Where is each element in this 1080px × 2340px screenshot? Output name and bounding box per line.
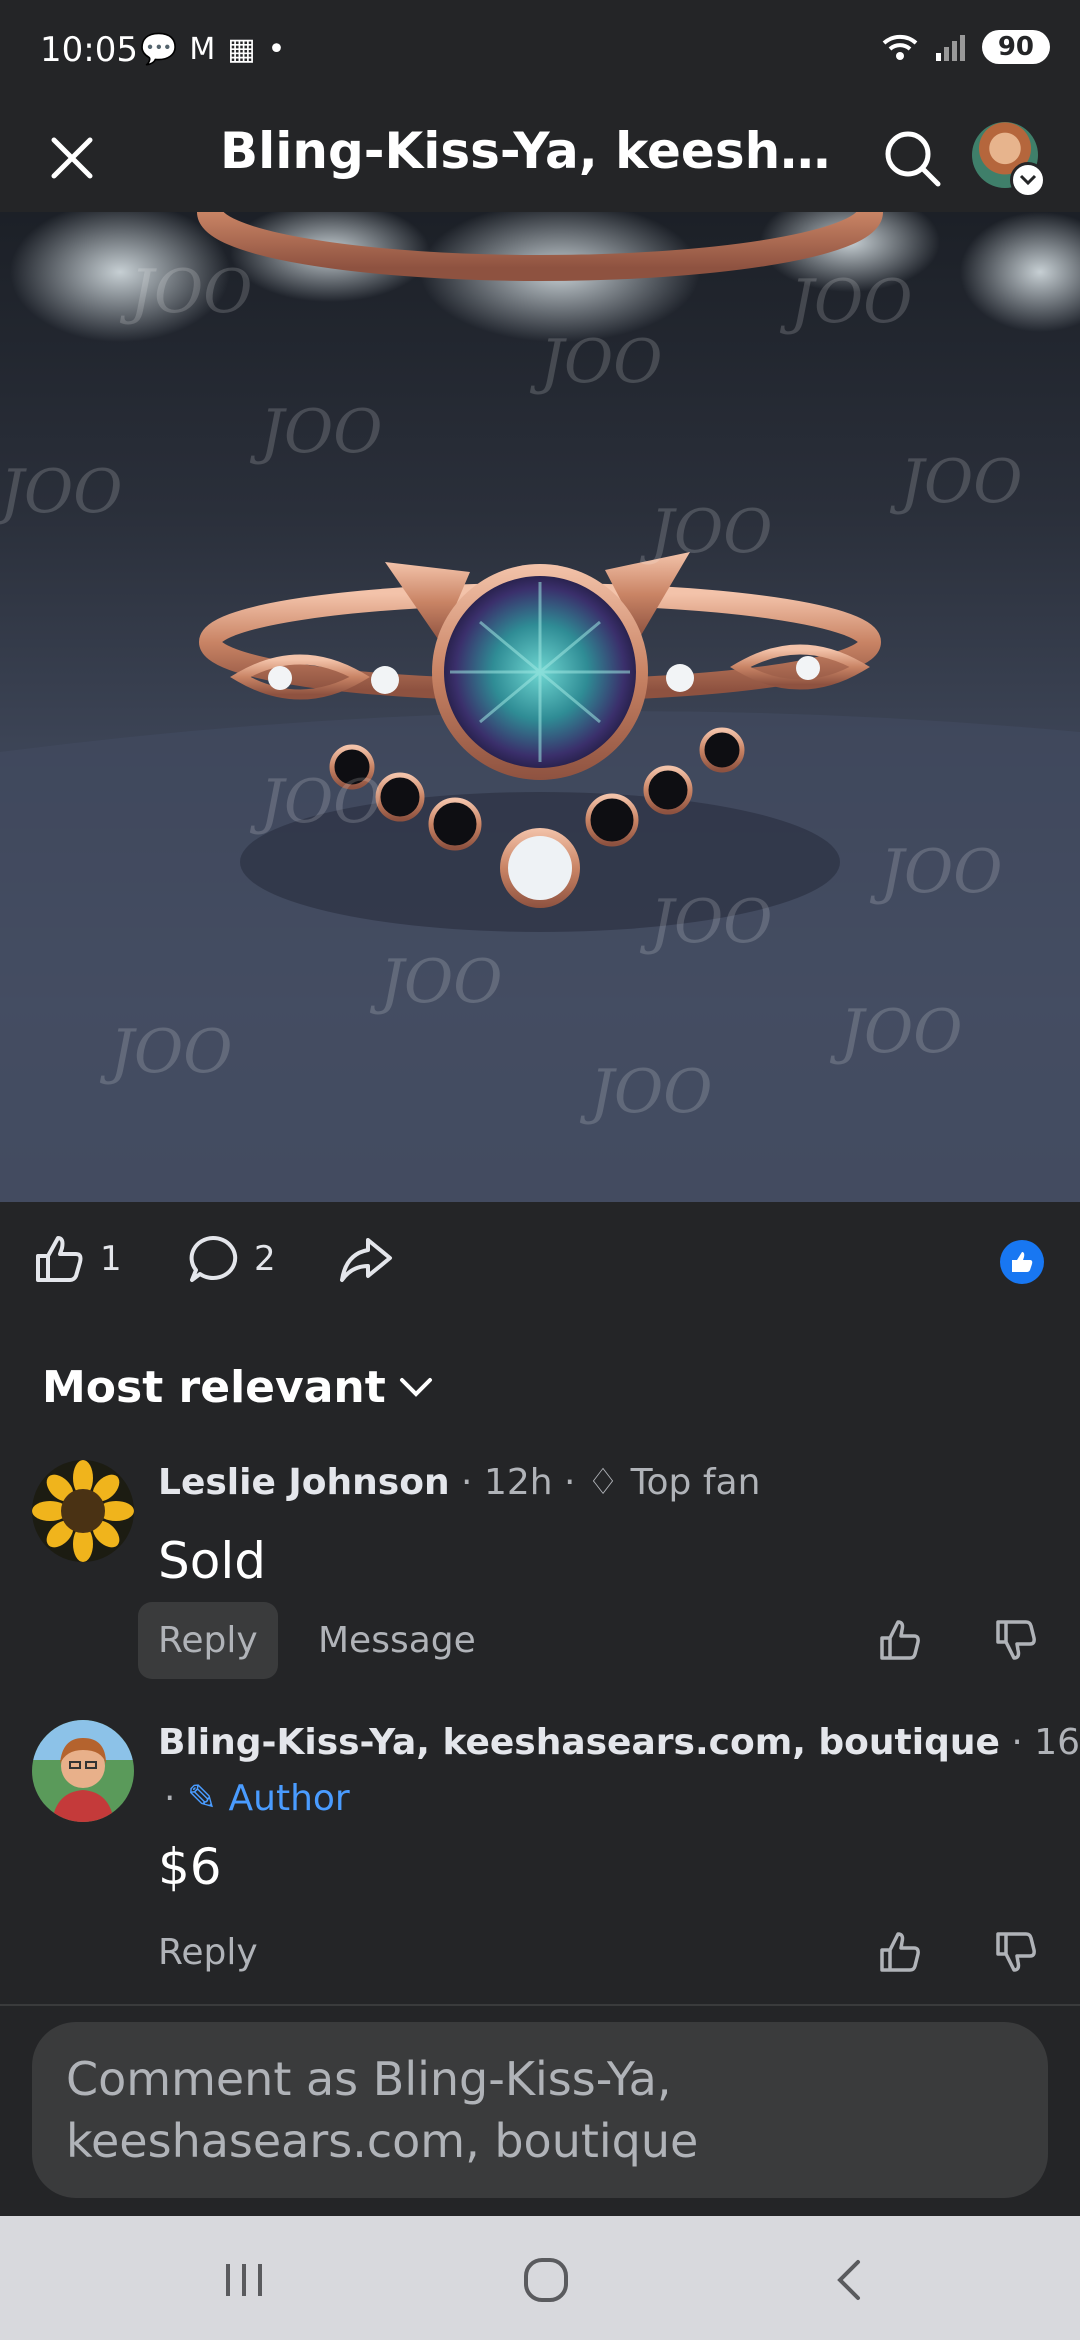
status-bar: 10:05 💬 M ▦ • 90 <box>0 0 1080 104</box>
app-icon: ▦ <box>227 32 256 67</box>
ring-photo: JOO JOO JOO JOO JOO JOO JOO JOO JOO JOO … <box>0 212 1080 1202</box>
composer-placeholder-line1: Comment as Bling-Kiss-Ya, <box>66 2052 672 2106</box>
svg-text:JOO: JOO <box>639 887 772 957</box>
comment-input[interactable]: Comment as Bling-Kiss-Ya, keeshasears.co… <box>32 2022 1048 2198</box>
back-icon[interactable] <box>822 2252 878 2308</box>
comment-item: Leslie Johnson · 12h · ♢ Top fan Sold Re… <box>0 1456 1080 1696</box>
svg-text:JOO: JOO <box>99 1017 232 1087</box>
signal-icon <box>935 35 965 61</box>
separator: · <box>164 1778 187 1819</box>
comment-composer: Comment as Bling-Kiss-Ya, keeshasears.co… <box>0 2006 1080 2216</box>
share-button[interactable] <box>338 1232 394 1286</box>
comment-meta: Bling-Kiss-Ya, keeshasears.com, boutique… <box>158 1722 1080 1763</box>
comment-text: Sold <box>158 1532 266 1590</box>
dot-icon: • <box>267 32 286 67</box>
svg-text:JOO: JOO <box>249 767 382 837</box>
thumbs-up-icon[interactable] <box>876 1616 924 1664</box>
diamond-icon: ♢ <box>586 1462 620 1503</box>
reply-button[interactable]: Reply <box>138 1914 278 1991</box>
svg-text:JOO: JOO <box>249 397 382 467</box>
top-fan-badge: Top fan <box>630 1462 761 1503</box>
share-icon <box>340 1238 392 1282</box>
commenter-name[interactable]: Bling-Kiss-Ya, keeshasears.com, boutique <box>158 1722 1000 1763</box>
search-icon[interactable] <box>878 124 946 192</box>
mail-icon: M <box>189 32 216 67</box>
sort-dropdown[interactable]: Most relevant <box>42 1362 434 1413</box>
thumbs-down-icon[interactable] <box>992 1928 1040 1976</box>
battery-indicator: 90 <box>981 30 1050 64</box>
comment-icon <box>189 1235 238 1282</box>
composer-placeholder-line2: keeshasears.com, boutique <box>66 2114 699 2168</box>
home-icon[interactable] <box>518 2252 574 2308</box>
message-button[interactable]: Message <box>318 1620 476 1661</box>
notification-icons: 💬 M ▦ • <box>140 32 285 67</box>
separator: · <box>564 1462 587 1503</box>
recent-apps-icon[interactable] <box>216 2252 272 2308</box>
wifi-icon <box>882 34 918 60</box>
svg-text:JOO: JOO <box>889 447 1022 517</box>
like-count: 1 <box>100 1239 122 1279</box>
svg-text:JOO: JOO <box>579 1057 712 1127</box>
svg-text:JOO: JOO <box>529 327 662 397</box>
close-icon[interactable] <box>40 126 104 190</box>
svg-text:JOO: JOO <box>869 837 1002 907</box>
svg-text:JOO: JOO <box>829 997 962 1067</box>
commenter-name[interactable]: Leslie Johnson <box>158 1462 450 1503</box>
avatar[interactable] <box>32 1720 134 1822</box>
sort-label: Most relevant <box>42 1362 386 1413</box>
comment-time: 16h <box>1034 1722 1080 1763</box>
svg-text:JOO: JOO <box>369 947 502 1017</box>
svg-text:JOO: JOO <box>639 497 772 567</box>
chevron-down-icon <box>399 1377 432 1397</box>
status-time: 10:05 <box>40 30 138 70</box>
comment-meta: Leslie Johnson · 12h · ♢ Top fan <box>158 1462 760 1503</box>
action-row: 1 2 <box>0 1202 1080 1322</box>
page-title: Bling-Kiss-Ya, keeshase... <box>220 122 850 180</box>
comment-item: Bling-Kiss-Ya, keeshasears.com, boutique… <box>0 1720 1080 2000</box>
separator: · <box>461 1462 484 1503</box>
author-badge: Author <box>228 1778 350 1819</box>
chevron-down-icon[interactable] <box>1010 162 1046 198</box>
svg-text:JOO: JOO <box>0 457 122 527</box>
avatar[interactable] <box>32 1460 134 1562</box>
comment-count: 2 <box>254 1239 276 1279</box>
post-header: Bling-Kiss-Ya, keeshase... <box>0 104 1080 212</box>
author-avatar <box>32 1720 134 1822</box>
system-nav-bar <box>0 2216 1080 2340</box>
reply-button[interactable]: Reply <box>138 1602 278 1679</box>
svg-text:JOO: JOO <box>119 257 252 327</box>
thumbs-down-icon[interactable] <box>992 1616 1040 1664</box>
comment-button[interactable]: 2 <box>186 1232 276 1286</box>
post-photo[interactable]: JOO JOO JOO JOO JOO JOO JOO JOO JOO JOO … <box>0 212 1080 1202</box>
chat-icon: 💬 <box>140 32 178 67</box>
author-row: · ✎ Author <box>164 1778 350 1819</box>
svg-text:JOO: JOO <box>779 267 912 337</box>
thumbs-up-icon <box>36 1236 83 1282</box>
separator: · <box>1011 1722 1035 1763</box>
like-reaction-icon[interactable] <box>1000 1240 1044 1284</box>
comment-time: 12h <box>483 1462 553 1503</box>
thumbs-up-icon[interactable] <box>876 1928 924 1976</box>
comment-text: $6 <box>158 1838 222 1896</box>
like-button[interactable]: 1 <box>32 1232 122 1286</box>
pencil-icon: ✎ <box>186 1778 218 1819</box>
sunflower-avatar <box>32 1460 134 1562</box>
status-right: 90 <box>880 30 1050 64</box>
